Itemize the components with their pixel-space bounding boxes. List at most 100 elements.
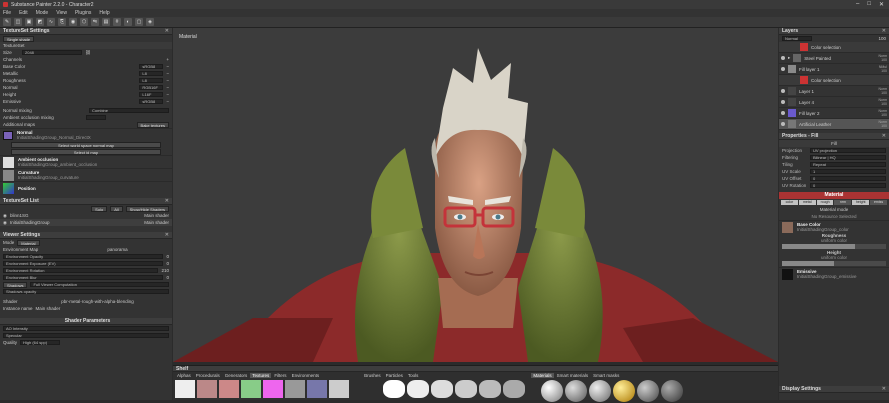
- ao-mixing-dropdown[interactable]: [86, 115, 106, 120]
- shelf-tab-smart-materials[interactable]: Smart materials: [555, 373, 591, 378]
- menu-view[interactable]: View: [56, 10, 67, 16]
- shelf-tab-textures[interactable]: Textures: [250, 373, 272, 378]
- brush-thumbnail[interactable]: [383, 380, 405, 398]
- instance-value[interactable]: Main shader: [36, 306, 61, 311]
- brush-thumbnail[interactable]: [431, 380, 453, 398]
- quality-dropdown[interactable]: High (64 spp): [20, 340, 61, 345]
- roughness-slider[interactable]: [782, 244, 886, 249]
- env-rotation-slider[interactable]: Environment Rotation: [3, 268, 159, 273]
- grid-icon[interactable]: #: [113, 18, 121, 26]
- textureset-shader[interactable]: Main shader: [144, 213, 169, 218]
- close-icon[interactable]: ✕: [879, 1, 884, 8]
- channel-format[interactable]: sRGB8: [139, 99, 164, 104]
- channel-format[interactable]: L8: [139, 78, 164, 83]
- material-sphere[interactable]: [661, 380, 683, 402]
- material-sphere[interactable]: [637, 380, 659, 402]
- brush-thumbnail[interactable]: [479, 380, 501, 398]
- panel-close-icon[interactable]: ✕: [882, 386, 889, 392]
- eye-icon[interactable]: [781, 67, 785, 71]
- channel-toggle[interactable]: emiss: [870, 200, 887, 205]
- env-blur-slider[interactable]: Environment Blur: [3, 275, 164, 280]
- layer-item[interactable]: Layer 4 Norm 100: [779, 97, 889, 108]
- channel-format[interactable]: RGB16F: [139, 85, 164, 90]
- shelf-tab-brushes[interactable]: Brushes: [362, 373, 383, 378]
- ao-map-slot[interactable]: Ambient occlusion InitialShadingGroup_amb…: [0, 155, 172, 168]
- filtering-dropdown[interactable]: Bilinear | HQ: [810, 155, 886, 160]
- link-icon[interactable]: ⛓: [85, 50, 91, 56]
- shelf-tab-filters[interactable]: Filters: [272, 373, 288, 378]
- projection-icon[interactable]: ▣: [25, 18, 33, 26]
- shader-value[interactable]: pbr-metal-rough-with-alpha-blending: [26, 299, 169, 304]
- clone-icon[interactable]: ⎘: [58, 18, 66, 26]
- normal-map-slot[interactable]: Normal InitialShadingGroup_Normal_DirectX: [0, 128, 172, 141]
- eye-icon[interactable]: [781, 100, 785, 104]
- eye-icon[interactable]: [781, 122, 785, 126]
- shadows-mode[interactable]: Full Viewer Computation: [30, 282, 169, 287]
- remove-channel-icon[interactable]: −: [166, 85, 169, 90]
- layer-item[interactable]: Artificial Leather Norm 100: [779, 119, 889, 130]
- shelf-tab-generators[interactable]: Generators: [223, 373, 250, 378]
- uv-offset-slider[interactable]: 0: [810, 176, 886, 181]
- shelf-tab-alphas[interactable]: Alphas: [175, 373, 193, 378]
- projection-dropdown[interactable]: UV projection: [810, 148, 886, 153]
- size-dropdown[interactable]: 2048: [22, 50, 82, 55]
- channel-format[interactable]: L8: [139, 71, 164, 76]
- shelf-tab-particles[interactable]: Particles: [384, 373, 405, 378]
- menu-plugins[interactable]: Plugins: [75, 10, 91, 16]
- material-sphere[interactable]: [613, 380, 635, 402]
- viewport-3d-icon[interactable]: ◈: [146, 18, 154, 26]
- eraser-icon[interactable]: ◫: [14, 18, 22, 26]
- mode-dropdown[interactable]: Material: [17, 239, 40, 246]
- add-channel-icon[interactable]: +: [166, 57, 169, 62]
- position-map-slot[interactable]: Position: [0, 181, 172, 194]
- bake-textures-button[interactable]: Bake textures: [136, 121, 169, 128]
- texture-thumbnail[interactable]: [219, 380, 239, 398]
- eye-icon[interactable]: [781, 111, 785, 115]
- remove-channel-icon[interactable]: −: [166, 64, 169, 69]
- channel-toggle[interactable]: color: [781, 200, 798, 205]
- curvature-map-slot[interactable]: Curvature InitialShadingGroup_curvature: [0, 168, 172, 181]
- env-opacity-slider[interactable]: Environment Opacity: [3, 254, 164, 259]
- symmetry-icon[interactable]: ⇋: [91, 18, 99, 26]
- height-slider[interactable]: [782, 261, 886, 266]
- emissive-slot[interactable]: Emissive InitialShadingGroup_emissive: [779, 267, 889, 280]
- panel-close-icon[interactable]: ✕: [165, 198, 172, 204]
- layer-item[interactable]: ▸ Steel Painted Norm 100: [779, 53, 889, 64]
- texture-thumbnail[interactable]: [175, 380, 195, 398]
- select-world-normal-button[interactable]: Select world space normal map: [11, 141, 161, 148]
- channel-toggle[interactable]: nrm: [834, 200, 852, 205]
- brush-thumbnail[interactable]: [455, 380, 477, 398]
- shelf-tab-materials[interactable]: Materials: [531, 373, 554, 378]
- shadows-opacity-slider[interactable]: Shadows opacity: [3, 289, 169, 294]
- base-color-slot[interactable]: Base Color InitialShadingGroup_color: [779, 220, 889, 233]
- textureset-item[interactable]: ◉ InitialShadingGroup Main shader: [0, 219, 172, 226]
- channel-toggle[interactable]: height: [852, 200, 870, 205]
- channel-toggle[interactable]: metal: [798, 200, 816, 205]
- render-icon[interactable]: ◐: [124, 18, 132, 26]
- 3d-viewport[interactable]: Material: [173, 28, 778, 362]
- eye-icon[interactable]: [781, 89, 785, 93]
- layer-item[interactable]: Fill layer 1 NMul 100: [779, 64, 889, 75]
- material-sphere[interactable]: [565, 380, 587, 402]
- solo-button[interactable]: Solo: [91, 205, 108, 212]
- select-id-map-button[interactable]: Select id map: [11, 148, 161, 155]
- picker-icon[interactable]: ◉: [69, 18, 77, 26]
- brush-thumbnail[interactable]: [503, 380, 525, 398]
- env-map-value[interactable]: panorama: [66, 247, 169, 252]
- eye-icon[interactable]: [781, 56, 785, 60]
- remove-channel-icon[interactable]: −: [166, 99, 169, 104]
- shelf-tab-tools[interactable]: Tools: [406, 373, 421, 378]
- ao-intensity-field[interactable]: AO Intensity: [3, 326, 169, 331]
- layer-item[interactable]: Color selection: [779, 75, 889, 86]
- all-button[interactable]: All: [110, 205, 123, 212]
- show-hide-shaders-button[interactable]: Show/Hide Shaders: [125, 205, 169, 212]
- channel-format[interactable]: sRGB8: [139, 64, 164, 69]
- texture-thumbnail[interactable]: [307, 380, 327, 398]
- menu-edit[interactable]: Edit: [19, 10, 28, 16]
- menu-file[interactable]: File: [3, 10, 11, 16]
- shadows-button[interactable]: Shadows: [3, 281, 28, 288]
- remove-channel-icon[interactable]: −: [166, 78, 169, 83]
- panel-close-icon[interactable]: ✕: [882, 133, 889, 139]
- menu-mode[interactable]: Mode: [36, 10, 49, 16]
- shelf-tab-procedurals[interactable]: Procedurals: [194, 373, 222, 378]
